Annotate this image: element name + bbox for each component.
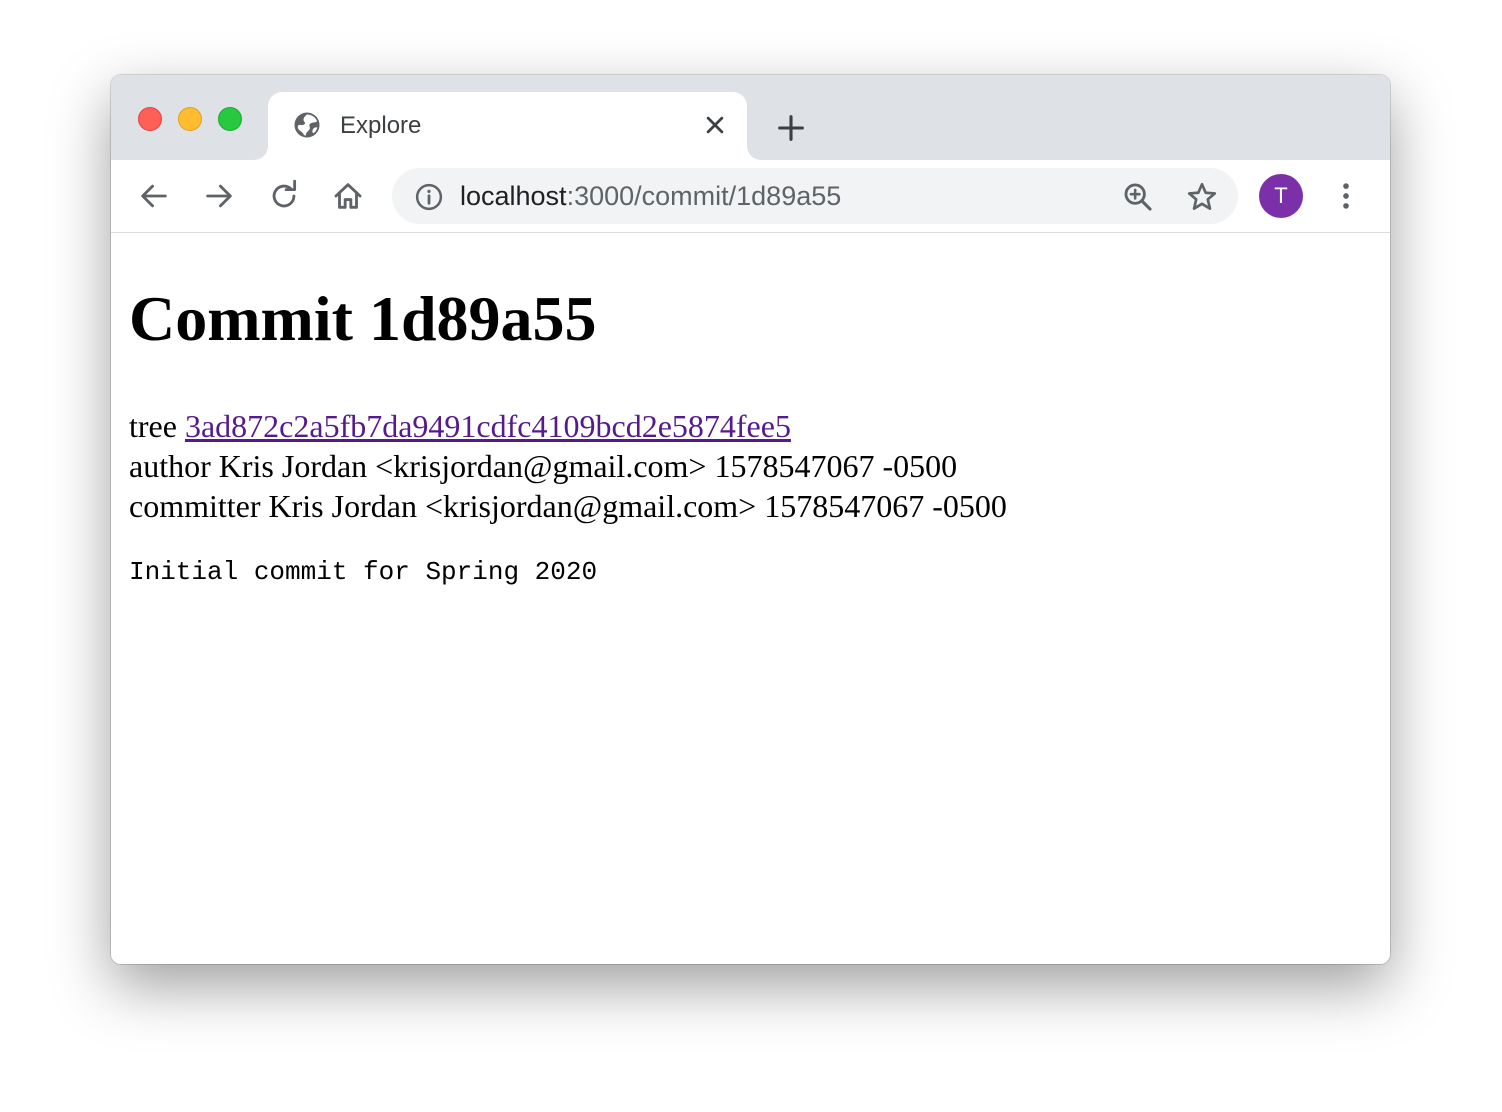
tree-label: tree (129, 408, 177, 444)
window-minimize-button[interactable] (178, 107, 202, 131)
page-title: Commit 1d89a55 (129, 283, 597, 354)
window-zoom-button[interactable] (218, 107, 242, 131)
star-icon[interactable] (1185, 180, 1219, 214)
close-icon[interactable] (700, 110, 730, 140)
page-content: Commit 1d89a55 tree 3ad872c2a5fb7da9491c… (111, 233, 1390, 964)
committer-line: committer Kris Jordan <krisjordan@gmail.… (129, 488, 1007, 524)
address-bar[interactable]: localhost:3000/commit/1d89a55 (392, 168, 1238, 224)
tab-title: Explore (340, 112, 422, 139)
avatar[interactable]: T (1259, 174, 1303, 218)
tab-explore[interactable]: Explore (268, 92, 747, 160)
author-line: author Kris Jordan <krisjordan@gmail.com… (129, 448, 958, 484)
arrow-left-icon[interactable] (137, 179, 171, 213)
window-close-button[interactable] (138, 107, 162, 131)
reload-icon[interactable] (267, 179, 301, 213)
tree-line: tree 3ad872c2a5fb7da9491cdfc4109bcd2e587… (129, 406, 1007, 446)
plus-icon[interactable] (774, 111, 808, 145)
kebab-menu-icon[interactable] (1329, 178, 1363, 214)
globe-icon (294, 112, 320, 138)
url-path: :3000/commit/1d89a55 (566, 181, 842, 211)
zoom-in-icon[interactable] (1121, 180, 1155, 214)
info-icon[interactable] (414, 182, 444, 212)
tree-hash-link[interactable]: 3ad872c2a5fb7da9491cdfc4109bcd2e5874fee5 (185, 408, 791, 444)
browser-window: Explore localhost:3000/commit/1d89a55 T … (111, 75, 1390, 964)
arrow-right-icon[interactable] (202, 179, 236, 213)
commit-metadata: tree 3ad872c2a5fb7da9491cdfc4109bcd2e587… (129, 406, 1007, 526)
url-host: localhost (460, 181, 567, 211)
tab-strip: Explore (111, 75, 1390, 160)
home-icon[interactable] (331, 179, 365, 213)
url-text[interactable]: localhost:3000/commit/1d89a55 (460, 181, 841, 211)
browser-toolbar: localhost:3000/commit/1d89a55 T (111, 160, 1390, 233)
commit-message: Initial commit for Spring 2020 (129, 557, 598, 587)
